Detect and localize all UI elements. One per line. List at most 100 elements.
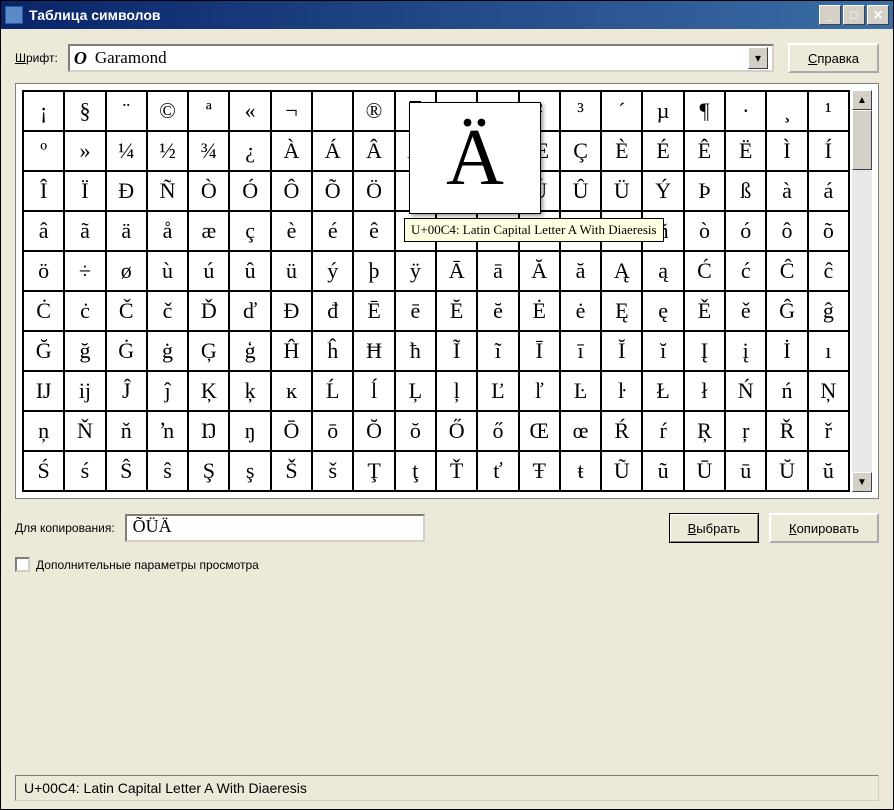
char-cell[interactable]: Ĳ (24, 372, 65, 412)
char-cell[interactable]: ê (354, 212, 395, 252)
char-cell[interactable]: Ë (726, 132, 767, 172)
advanced-checkbox[interactable] (15, 557, 30, 572)
char-cell[interactable]: ŗ (726, 412, 767, 452)
dropdown-button[interactable]: ▾ (748, 47, 768, 69)
char-cell[interactable]: Ś (24, 452, 65, 492)
char-cell[interactable]: ą (643, 252, 684, 292)
char-cell[interactable]: Ò (189, 172, 230, 212)
char-cell[interactable]: ĳ (65, 372, 106, 412)
char-cell[interactable]: œ (561, 412, 602, 452)
char-cell[interactable]: · (726, 92, 767, 132)
char-cell[interactable]: Ğ (24, 332, 65, 372)
char-cell[interactable]: Ċ (24, 292, 65, 332)
char-cell[interactable]: č (148, 292, 189, 332)
char-cell[interactable]: ã (65, 212, 106, 252)
char-cell[interactable]: Ţ (354, 452, 395, 492)
char-cell[interactable]: Ý (643, 172, 684, 212)
char-cell[interactable]: ĕ (478, 292, 519, 332)
char-cell[interactable]: ę (643, 292, 684, 332)
char-cell[interactable]: ¾ (189, 132, 230, 172)
char-cell[interactable]: Ġ (107, 332, 148, 372)
char-cell[interactable]: ń (767, 372, 808, 412)
char-cell[interactable]: õ (809, 212, 850, 252)
scroll-thumb[interactable] (852, 110, 872, 170)
char-cell[interactable]: Ļ (396, 372, 437, 412)
char-cell[interactable]: Ş (189, 452, 230, 492)
char-cell[interactable]: Ć (685, 252, 726, 292)
char-cell[interactable]: Ï (65, 172, 106, 212)
char-cell[interactable]: Í (809, 132, 850, 172)
char-cell[interactable]: ŧ (561, 452, 602, 492)
char-cell[interactable]: Á (313, 132, 354, 172)
char-cell[interactable]: ė (561, 292, 602, 332)
char-cell[interactable]: ò (685, 212, 726, 252)
char-cell[interactable]: Ŏ (354, 412, 395, 452)
char-cell[interactable]: ħ (396, 332, 437, 372)
char-cell[interactable]: Ń (726, 372, 767, 412)
char-cell[interactable]: æ (189, 212, 230, 252)
char-cell[interactable]: ũ (643, 452, 684, 492)
char-cell[interactable]: ¬ (272, 92, 313, 132)
char-cell[interactable]: Ĵ (107, 372, 148, 412)
char-cell[interactable]: Õ (313, 172, 354, 212)
char-cell[interactable]: » (65, 132, 106, 172)
char-cell[interactable]: ŀ (602, 372, 643, 412)
char-cell[interactable]: û (230, 252, 271, 292)
char-cell[interactable]: ı (809, 332, 850, 372)
char-cell[interactable]: ć (726, 252, 767, 292)
char-cell[interactable]: â (24, 212, 65, 252)
char-cell[interactable]: Ģ (189, 332, 230, 372)
char-cell[interactable]: ņ (24, 412, 65, 452)
scroll-down-button[interactable]: ▼ (852, 472, 872, 492)
char-cell[interactable]: ŝ (148, 452, 189, 492)
char-cell[interactable]: Ŀ (561, 372, 602, 412)
grid-scrollbar[interactable]: ▲ ▼ (852, 90, 872, 492)
char-cell[interactable]: Ē (354, 292, 395, 332)
char-cell[interactable]: ¸ (767, 92, 808, 132)
char-cell[interactable]: ŭ (809, 452, 850, 492)
char-cell[interactable]: ŏ (396, 412, 437, 452)
minimize-button[interactable]: _ (819, 5, 841, 25)
char-cell[interactable]: µ (643, 92, 684, 132)
char-cell[interactable]: Ť (437, 452, 478, 492)
char-cell[interactable]: ¼ (107, 132, 148, 172)
char-cell[interactable]: Â (354, 132, 395, 172)
char-cell[interactable]: İ (767, 332, 808, 372)
char-cell[interactable]: ś (65, 452, 106, 492)
char-cell[interactable]: « (230, 92, 271, 132)
char-cell[interactable]: ® (354, 92, 395, 132)
char-cell[interactable]: Ĝ (767, 292, 808, 332)
char-cell[interactable]: ō (313, 412, 354, 452)
char-cell[interactable]: ă (561, 252, 602, 292)
char-cell[interactable]: Č (107, 292, 148, 332)
char-cell[interactable]: Ŕ (602, 412, 643, 452)
char-cell[interactable]: ŉ (148, 412, 189, 452)
char-cell[interactable]: ğ (65, 332, 106, 372)
char-cell[interactable]: Ĥ (272, 332, 313, 372)
char-cell[interactable]: ď (230, 292, 271, 332)
char-cell[interactable]: Š (272, 452, 313, 492)
char-cell[interactable]: Ĩ (437, 332, 478, 372)
char-cell[interactable]: ĉ (809, 252, 850, 292)
copy-button[interactable]: Копировать (769, 513, 879, 543)
char-cell[interactable]: Ő (437, 412, 478, 452)
char-cell[interactable]: ā (478, 252, 519, 292)
char-cell[interactable]: ĵ (148, 372, 189, 412)
char-cell[interactable]: Ā (437, 252, 478, 292)
char-cell[interactable]: ú (189, 252, 230, 292)
char-cell[interactable]: Ė (520, 292, 561, 332)
char-cell[interactable]: ţ (396, 452, 437, 492)
char-cell[interactable]: Ě (685, 292, 726, 332)
char-cell[interactable]: ù (148, 252, 189, 292)
char-cell[interactable]: é (313, 212, 354, 252)
char-cell[interactable]: đ (313, 292, 354, 332)
char-cell[interactable]: ŕ (643, 412, 684, 452)
char-cell[interactable]: ĸ (272, 372, 313, 412)
close-button[interactable]: ✕ (867, 5, 889, 25)
char-cell[interactable]: ¶ (685, 92, 726, 132)
char-cell[interactable]: Ü (602, 172, 643, 212)
char-cell[interactable]: ß (726, 172, 767, 212)
char-cell[interactable]: ļ (437, 372, 478, 412)
char-cell[interactable]: Ó (230, 172, 271, 212)
char-cell[interactable]: ĺ (354, 372, 395, 412)
